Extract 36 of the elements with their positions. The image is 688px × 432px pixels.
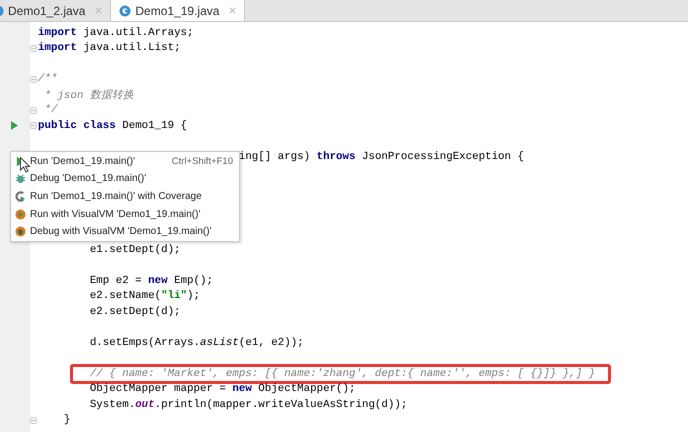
menu-item[interactable]: Debug 'Demo1_19.main()' bbox=[11, 170, 239, 188]
code-line: } bbox=[64, 414, 70, 426]
code-line: e2.setName("li"); bbox=[90, 290, 200, 302]
code-line: */ bbox=[44, 104, 58, 116]
code-line: ObjectMapper mapper = new ObjectMapper(); bbox=[90, 383, 356, 396]
code-line: * json 数据转换 bbox=[44, 88, 134, 102]
fold-icon[interactable] bbox=[30, 416, 37, 424]
code-line: e1.setDept(d); bbox=[90, 244, 181, 256]
visualvm-debug-icon bbox=[15, 226, 26, 238]
menu-item[interactable]: Run 'Demo1_19.main()' with Coverage bbox=[11, 188, 239, 206]
code-line: public class Demo1_19 { bbox=[38, 120, 188, 132]
menu-item[interactable]: Debug with VisualVM 'Demo1_19.main()' bbox=[11, 222, 239, 240]
run-icon[interactable] bbox=[10, 121, 18, 130]
bug-icon bbox=[15, 173, 26, 184]
fold-icon[interactable] bbox=[30, 122, 37, 130]
class-file-icon bbox=[119, 4, 132, 16]
code-line: e2.setDept(d); bbox=[90, 306, 181, 318]
code-line: /** bbox=[38, 73, 58, 86]
fold-icon[interactable] bbox=[30, 44, 37, 52]
code-line: import java.util.Arrays; bbox=[38, 26, 194, 39]
close-icon[interactable] bbox=[229, 7, 236, 14]
code-line: d.setEmps(Arrays.asList(e1, e2)); bbox=[90, 336, 304, 349]
code-line: import java.util.List; bbox=[38, 42, 181, 54]
visualvm-run-icon bbox=[15, 208, 26, 220]
shortcut-text: Ctrl+Shift+F10 bbox=[172, 156, 233, 167]
code-line: ing[] args) throws JsonProcessingException { bbox=[238, 150, 524, 163]
close-icon[interactable] bbox=[95, 7, 102, 14]
fold-icon[interactable] bbox=[30, 76, 37, 83]
code-line: Emp e2 = new Emp(); bbox=[90, 274, 213, 287]
editor-tab[interactable]: Demo1_19.java bbox=[111, 0, 246, 21]
cursor-icon bbox=[20, 156, 30, 172]
code-line: // { name: 'Market', emps: [{ name:'zhang', dept:{ name:'', emps: [ {}]} },] } bbox=[90, 368, 596, 380]
coverage-icon bbox=[15, 190, 26, 202]
code-line: System.out.println(mapper.writeValueAsString(d)); bbox=[90, 398, 408, 411]
fold-icon[interactable] bbox=[30, 106, 37, 114]
menu-item[interactable]: Run with VisualVM 'Demo1_19.main()' bbox=[11, 205, 239, 223]
